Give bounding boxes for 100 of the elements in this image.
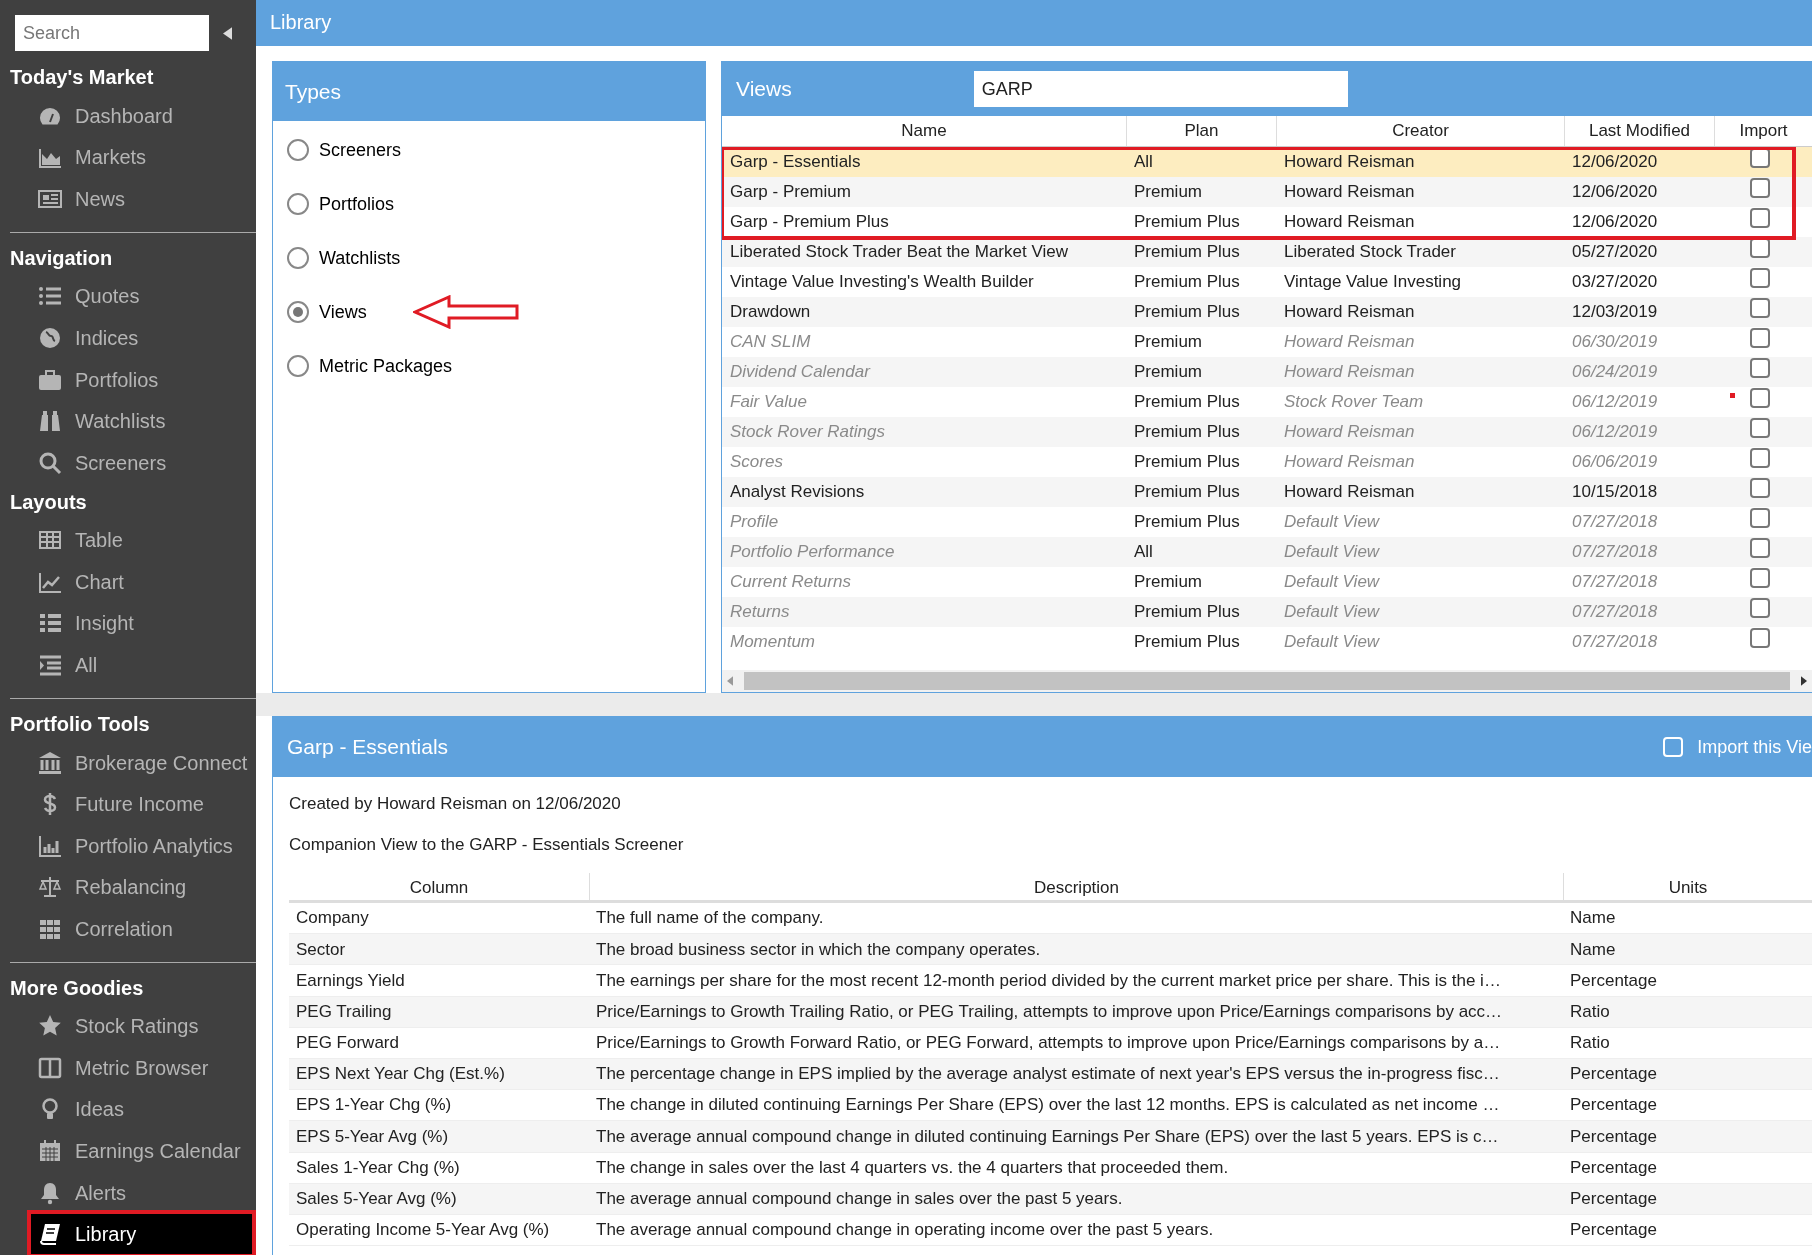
checkbox[interactable] [1750, 508, 1770, 529]
checkbox[interactable] [1750, 448, 1770, 469]
sidebar-item[interactable]: Portfolios [0, 358, 256, 401]
column-header[interactable]: Import [1714, 116, 1812, 146]
sidebar-item[interactable]: Earnings Calendar [0, 1130, 256, 1172]
sidebar-item[interactable]: Insight [0, 602, 256, 645]
column-header[interactable]: Units [1563, 873, 1812, 903]
radio-option[interactable]: Views [273, 285, 705, 339]
radio-option[interactable]: Screeners [273, 123, 705, 177]
checkbox[interactable] [1750, 238, 1770, 259]
column-header[interactable]: Creator [1276, 116, 1564, 146]
radio-option[interactable]: Portfolios [273, 177, 705, 231]
column-header[interactable]: Description [589, 873, 1563, 903]
sidebar-item[interactable]: Table [0, 519, 256, 562]
table-row[interactable]: Portfolio Performance All Default View 07/27/2018 [722, 537, 1812, 567]
bar-chart-icon [37, 833, 63, 858]
table-cell-text: 07/27/2018 [1571, 601, 1659, 624]
table-cell-text: Name [1569, 938, 1617, 961]
table-cell-text: Scores [729, 451, 784, 474]
sidebar-item[interactable]: Correlation [0, 908, 256, 950]
checkbox[interactable] [1750, 598, 1770, 619]
table-cell-text: 05/27/2020 [1571, 241, 1659, 264]
table-row[interactable]: Garp - Premium Premium Howard Reisman 12/06/2020 [722, 177, 1812, 207]
column-header[interactable]: Plan [1126, 116, 1276, 146]
table-cell-text: The change in sales over the last 4 quarters vs. the 4 quarters that proceeded them. [595, 1156, 1230, 1179]
table-cell-text: Premium Plus [1133, 511, 1241, 534]
table-cell-text: Premium Plus [1133, 241, 1241, 264]
table-row[interactable]: Analyst Revisions Premium Plus Howard Reisman 10/15/2018 [722, 477, 1812, 507]
sidebar-item[interactable]: Chart [0, 561, 256, 603]
search-field[interactable]: Search [15, 15, 209, 51]
checkbox[interactable] [1750, 478, 1770, 499]
table-cell-text: EPS 1-Year Chg (%) [295, 1094, 453, 1117]
table-cell-text: Premium [1133, 331, 1203, 354]
sidebar-item[interactable]: Rebalancing [0, 866, 256, 908]
sidebar-item[interactable]: Brokerage Connect [0, 741, 256, 784]
search-field[interactable]: GARP [973, 71, 1348, 107]
table-cell-text: Analyst Revisions [729, 481, 866, 504]
sidebar-item[interactable]: Markets [0, 136, 256, 179]
checkbox[interactable] [1750, 208, 1770, 229]
table-cell-text: Drawdown [729, 301, 812, 324]
table-row[interactable]: Returns Premium Plus Default View 07/27/2018 [722, 597, 1812, 627]
sidebar-item[interactable]: Ideas [0, 1088, 256, 1131]
collapse-icon[interactable] [223, 26, 232, 40]
sidebar-item[interactable]: Watchlists [0, 400, 256, 442]
table-cell-text: Default View [1283, 541, 1381, 564]
table-row[interactable]: Garp - Premium Plus Premium Plus Howard Reisman 12/06/2020 [722, 207, 1812, 237]
radio-option[interactable]: Metric Packages [273, 339, 705, 393]
checkbox[interactable] [1750, 148, 1770, 169]
table-cell-text: Vintage Value Investing [1283, 271, 1463, 294]
page-title: Library [256, 0, 1812, 46]
checkbox[interactable] [1750, 568, 1770, 589]
table-cell-text: The average annual compound change in sales over the past 5 years. [595, 1188, 1124, 1211]
sidebar-item[interactable]: Indices [0, 317, 256, 359]
table-row[interactable]: Momentum Premium Plus Default View 07/27/2018 [722, 627, 1812, 656]
table-cell-text: 07/27/2018 [1571, 571, 1659, 594]
checkbox[interactable] [1750, 538, 1770, 559]
checkbox[interactable] [1750, 388, 1770, 409]
checkbox[interactable] [1750, 358, 1770, 379]
column-header[interactable]: Name [722, 116, 1126, 146]
sidebar-item[interactable]: Screeners [0, 441, 256, 484]
checkbox[interactable] [1750, 268, 1770, 289]
sidebar-item[interactable]: Quotes [0, 275, 256, 318]
sidebar-item[interactable]: Alerts [0, 1171, 256, 1214]
sidebar-item[interactable]: Dashboard [0, 95, 256, 137]
sidebar-item[interactable]: News [0, 178, 256, 220]
table-row[interactable]: CAN SLIM Premium Howard Reisman 06/30/2019 [722, 327, 1812, 357]
sidebar-item[interactable]: Future Income [0, 783, 256, 825]
checkbox[interactable] [1750, 418, 1770, 439]
table-cell-text: Percentage [1569, 1063, 1658, 1086]
table-row[interactable]: Profile Premium Plus Default View 07/27/2018 [722, 507, 1812, 537]
checkbox[interactable] [1750, 628, 1770, 649]
table-cell-text: Percentage [1569, 1188, 1658, 1211]
table-row[interactable]: Dividend Calendar Premium Howard Reisman 06/24/2019 [722, 357, 1812, 387]
table-row[interactable]: Fair Value Premium Plus Stock Rover Team 06/12/2019 [722, 387, 1812, 417]
checkbox[interactable] [1750, 328, 1770, 349]
column-header[interactable]: Last Modified [1564, 116, 1714, 146]
scrollbar[interactable] [722, 670, 1812, 692]
sidebar-item[interactable]: Portfolio Analytics [0, 824, 256, 867]
table-cell-text: Percentage [1569, 969, 1658, 992]
table-row[interactable]: Current Returns Premium Default View 07/27/2018 [722, 567, 1812, 597]
table-cell-text: 07/27/2018 [1571, 541, 1659, 564]
sidebar-item[interactable]: All [0, 644, 256, 686]
sidebar-item[interactable]: Library [30, 1213, 253, 1255]
radio-option[interactable]: Watchlists [273, 231, 705, 285]
checkbox[interactable] [1750, 178, 1770, 199]
table-cell-text: Ratio [1569, 1032, 1611, 1055]
column-header[interactable]: Column [289, 873, 589, 903]
checkbox[interactable] [1750, 298, 1770, 319]
table-cell-text: The average annual compound change in operating income over the past 5 years. [595, 1219, 1215, 1242]
scroll-right-icon[interactable] [1801, 676, 1807, 686]
table-row[interactable]: Vintage Value Investing's Wealth Builder Premium Plus Vintage Value Investing 03/27/2020 [722, 267, 1812, 297]
sidebar-item[interactable]: Metric Browser [0, 1047, 256, 1089]
table-row[interactable]: Drawdown Premium Plus Howard Reisman 12/03/2019 [722, 297, 1812, 327]
table-cell-text: All [1133, 151, 1154, 174]
sidebar-item[interactable]: Stock Ratings [0, 1005, 256, 1048]
table-row[interactable]: Stock Rover Ratings Premium Plus Howard Reisman 06/12/2019 [722, 417, 1812, 447]
scroll-left-icon[interactable] [727, 676, 733, 686]
table-cell-text: Premium Plus [1133, 481, 1241, 504]
table-cell-text: Dividend Calendar [729, 361, 872, 384]
table-row[interactable]: Scores Premium Plus Howard Reisman 06/06/2019 [722, 447, 1812, 477]
